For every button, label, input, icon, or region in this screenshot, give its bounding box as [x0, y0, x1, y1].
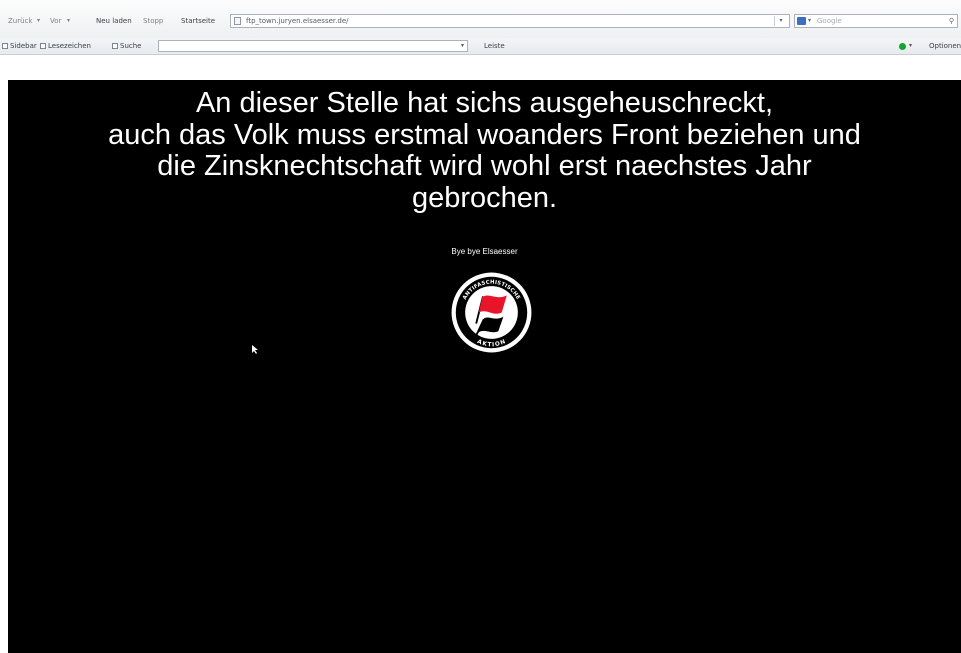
toolbar-search-field[interactable]: [158, 40, 468, 52]
toolbar-select[interactable]: Leiste: [484, 41, 505, 51]
headline-line: An dieser Stelle hat sichs ausgeheuschre…: [195, 87, 774, 119]
page-icon: [234, 17, 241, 25]
status-indicator-icon[interactable]: [899, 43, 906, 50]
back-button[interactable]: Zurück: [8, 16, 32, 26]
forward-history-arrow-icon[interactable]: ▾: [67, 17, 70, 24]
address-bar[interactable]: ftp_town.juryen.elsaesser.de/ ▾: [230, 14, 790, 28]
search-box[interactable]: ▾ Google ⚲: [794, 14, 958, 28]
sidebar-icon: [2, 43, 8, 49]
search-toggle-button[interactable]: Suche: [112, 41, 141, 51]
google-icon[interactable]: [797, 17, 806, 25]
status-dropdown-icon[interactable]: ▾: [909, 41, 912, 51]
search-toggle-label: Suche: [120, 42, 142, 50]
sidebar-button[interactable]: Sidebar: [2, 41, 37, 51]
forward-button[interactable]: Vor: [50, 16, 61, 26]
search-go-icon[interactable]: ⚲: [949, 16, 954, 27]
bookmarks-toolbar: Sidebar Lesezeichen Suche ▾ Leiste ▾ Opt…: [0, 38, 961, 55]
options-button[interactable]: Optionen: [929, 41, 961, 51]
bookmark-label: Lesezeichen: [48, 42, 91, 50]
headline-line: auch das Volk muss erstmal woanders Fron…: [108, 118, 861, 151]
headline-line: die Zinsknechtschaft wird wohl erst naec…: [157, 150, 812, 182]
search-toggle-icon: [112, 43, 118, 49]
reload-button[interactable]: Neu laden: [96, 16, 132, 26]
back-history-arrow-icon[interactable]: ▾: [37, 17, 40, 24]
sidebar-label: Sidebar: [10, 42, 37, 50]
url-text[interactable]: ftp_town.juryen.elsaesser.de/: [246, 16, 348, 27]
home-button[interactable]: Startseite: [181, 16, 215, 26]
byline-text: Bye bye Elsaesser: [451, 247, 518, 256]
page-headline: An dieser Stelle hat sichs ausgeheuschre…: [8, 87, 961, 214]
navigation-toolbar: Zurück ▾ Vor ▾ Neu laden Stopp Startseit…: [0, 0, 961, 39]
search-input[interactable]: Google: [817, 16, 842, 27]
engine-dropdown-icon[interactable]: ▾: [808, 16, 811, 26]
page-content: An dieser Stelle hat sichs ausgeheuschre…: [8, 80, 961, 653]
mouse-cursor-icon: [252, 345, 258, 354]
bookmark-button[interactable]: Lesezeichen: [40, 41, 91, 51]
antifa-flag-logo: ANTIFASCHISTISCHE AKTION: [451, 272, 532, 353]
stop-button[interactable]: Stopp: [143, 16, 163, 26]
bookmark-icon: [40, 43, 46, 49]
headline-line: gebrochen.: [411, 181, 558, 214]
toolbar-dropdown-icon[interactable]: ▾: [461, 41, 464, 51]
url-history-dropdown-icon[interactable]: ▾: [774, 16, 787, 26]
browser-window: Zurück ▾ Vor ▾ Neu laden Stopp Startseit…: [0, 0, 961, 653]
